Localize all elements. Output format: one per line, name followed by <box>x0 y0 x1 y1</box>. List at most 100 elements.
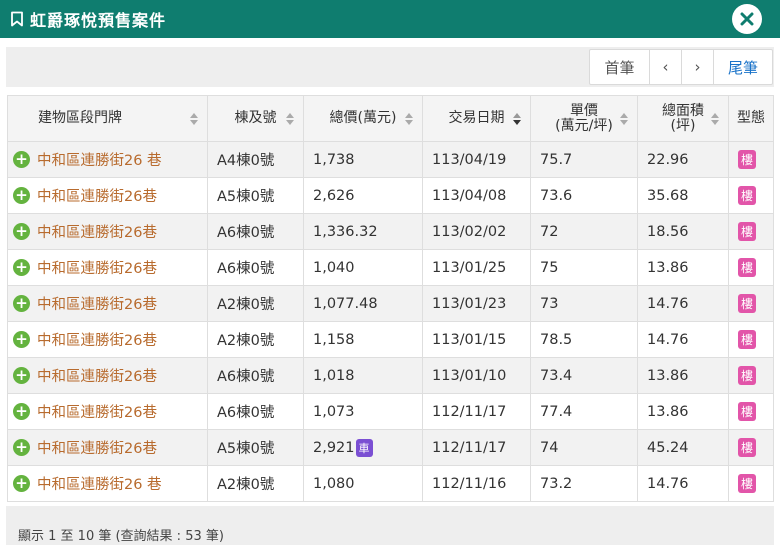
date-cell-value: 112/11/17 <box>432 439 507 456</box>
unit-price-cell-value: 78.5 <box>540 331 573 348</box>
area-cell-value: 18.56 <box>647 223 689 240</box>
unit-cell-value: A6棟0號 <box>217 261 275 277</box>
price-cell-value: 2,921 <box>313 439 355 456</box>
address-link[interactable]: 中和區連勝街26巷 <box>37 329 157 350</box>
table-footer: 顯示 1 至 10 筆 (查詢結果 : 53 筆) <box>6 506 774 545</box>
header-col-unit-price[interactable]: 單價 (萬元/坪) <box>530 95 638 142</box>
pagination: 首筆 ‹ › 尾筆 <box>589 49 773 85</box>
close-button[interactable] <box>732 4 762 34</box>
first-page-button[interactable]: 首筆 <box>590 50 650 84</box>
price-cell-value: 1,336.32 <box>313 223 378 240</box>
unit-price-cell-value: 75.7 <box>540 151 573 168</box>
type-cell: 樓 <box>728 429 774 466</box>
date-cell: 113/01/15 <box>422 321 531 358</box>
date-cell-value: 113/01/10 <box>432 367 507 384</box>
area-cell: 14.76 <box>637 285 729 322</box>
plus-circle-icon[interactable]: + <box>13 259 30 276</box>
date-cell-value: 113/04/19 <box>432 151 507 168</box>
header-col-price[interactable]: 總價(萬元) <box>303 95 423 142</box>
sort-desc-icon <box>513 113 521 125</box>
address-link[interactable]: 中和區連勝街26巷 <box>37 437 157 458</box>
header-label: 棟及號 <box>234 110 277 126</box>
address-link[interactable]: 中和區連勝街26 巷 <box>37 149 162 170</box>
price-cell: 2,921 車 <box>303 429 423 466</box>
address-cell: + 中和區連勝街26巷 <box>7 357 208 394</box>
unit-cell: A5棟0號 <box>207 429 304 466</box>
area-cell-value: 13.86 <box>647 259 689 276</box>
area-cell: 14.76 <box>637 465 729 502</box>
plus-circle-icon[interactable]: + <box>13 295 30 312</box>
header-label: 總價(萬元) <box>329 110 397 126</box>
header-label: 型態 <box>737 110 765 126</box>
table-row: + 中和區連勝街26巷 A6棟0號 1,040 113/01/25 75 13.86 樓 <box>7 249 774 286</box>
type-cell: 樓 <box>728 141 774 178</box>
sort-arrows-icon <box>711 113 719 125</box>
address-link[interactable]: 中和區連勝街26巷 <box>37 221 157 242</box>
plus-circle-icon[interactable]: + <box>13 151 30 168</box>
unit-price-cell: 73.2 <box>530 465 638 502</box>
address-link[interactable]: 中和區連勝街26巷 <box>37 257 157 278</box>
unit-cell-value: A4棟0號 <box>217 153 275 169</box>
address-wrap: + 中和區連勝街26巷 <box>13 401 207 422</box>
address-cell: + 中和區連勝街26巷 <box>7 213 208 250</box>
window-titlebar: 虹爵琢悅預售案件 <box>0 0 780 38</box>
sort-arrows-icon <box>190 113 198 125</box>
header-col-type: 型態 <box>728 95 774 142</box>
bookmark-icon <box>10 11 24 27</box>
address-cell: + 中和區連勝街26 巷 <box>7 141 208 178</box>
date-cell: 112/11/17 <box>422 429 531 466</box>
header-col-unit[interactable]: 棟及號 <box>207 95 304 142</box>
type-cell: 樓 <box>728 357 774 394</box>
date-cell: 113/01/10 <box>422 357 531 394</box>
unit-price-cell: 72 <box>530 213 638 250</box>
address-link[interactable]: 中和區連勝街26巷 <box>37 365 157 386</box>
area-cell-value: 35.68 <box>647 187 689 204</box>
unit-cell-value: A6棟0號 <box>217 369 275 385</box>
address-link[interactable]: 中和區連勝街26巷 <box>37 185 157 206</box>
date-cell: 113/04/19 <box>422 141 531 178</box>
area-cell: 14.76 <box>637 321 729 358</box>
header-col-area[interactable]: 總面積 (坪) <box>637 95 729 142</box>
header-col-address[interactable]: 建物區段門牌 <box>7 95 208 142</box>
address-cell: + 中和區連勝街26巷 <box>7 429 208 466</box>
table-row: + 中和區連勝街26巷 A6棟0號 1,018 113/01/10 73.4 13.86 樓 <box>7 357 774 394</box>
table-row: + 中和區連勝街26巷 A5棟0號 2,921 車 112/11/17 74 45.24 樓 <box>7 429 774 466</box>
type-badge: 樓 <box>738 150 756 169</box>
unit-cell-value: A5棟0號 <box>217 441 275 457</box>
unit-cell-value: A2棟0號 <box>217 477 275 493</box>
price-cell-value: 1,073 <box>313 403 355 420</box>
unit-cell: A5棟0號 <box>207 177 304 214</box>
address-link[interactable]: 中和區連勝街26 巷 <box>37 473 162 494</box>
close-icon <box>740 12 754 26</box>
plus-circle-icon[interactable]: + <box>13 187 30 204</box>
plus-circle-icon[interactable]: + <box>13 439 30 456</box>
next-page-button[interactable]: › <box>682 50 714 84</box>
header-col-date[interactable]: 交易日期 <box>422 95 531 142</box>
plus-circle-icon[interactable]: + <box>13 223 30 240</box>
area-cell: 13.86 <box>637 357 729 394</box>
last-page-button[interactable]: 尾筆 <box>714 50 772 84</box>
plus-circle-icon[interactable]: + <box>13 475 30 492</box>
address-link[interactable]: 中和區連勝街26巷 <box>37 293 157 314</box>
unit-cell-value: A5棟0號 <box>217 189 275 205</box>
plus-circle-icon[interactable]: + <box>13 331 30 348</box>
prev-page-button[interactable]: ‹ <box>650 50 682 84</box>
price-cell: 1,073 <box>303 393 423 430</box>
date-cell-value: 112/11/17 <box>432 403 507 420</box>
unit-cell: A6棟0號 <box>207 393 304 430</box>
plus-circle-icon[interactable]: + <box>13 367 30 384</box>
address-wrap: + 中和區連勝街26巷 <box>13 221 207 242</box>
type-badge: 樓 <box>738 402 756 421</box>
unit-cell-value: A6棟0號 <box>217 405 275 421</box>
price-cell: 1,077.48 <box>303 285 423 322</box>
unit-price-cell: 73.4 <box>530 357 638 394</box>
unit-cell: A6棟0號 <box>207 357 304 394</box>
sort-arrows-icon <box>620 113 628 125</box>
price-cell-value: 1,018 <box>313 367 355 384</box>
address-link[interactable]: 中和區連勝街26巷 <box>37 401 157 422</box>
table-row: + 中和區連勝街26巷 A2棟0號 1,158 113/01/15 78.5 14.76 樓 <box>7 321 774 358</box>
plus-circle-icon[interactable]: + <box>13 403 30 420</box>
parking-badge: 車 <box>355 438 373 457</box>
date-cell: 113/01/23 <box>422 285 531 322</box>
area-cell-value: 14.76 <box>647 331 689 348</box>
